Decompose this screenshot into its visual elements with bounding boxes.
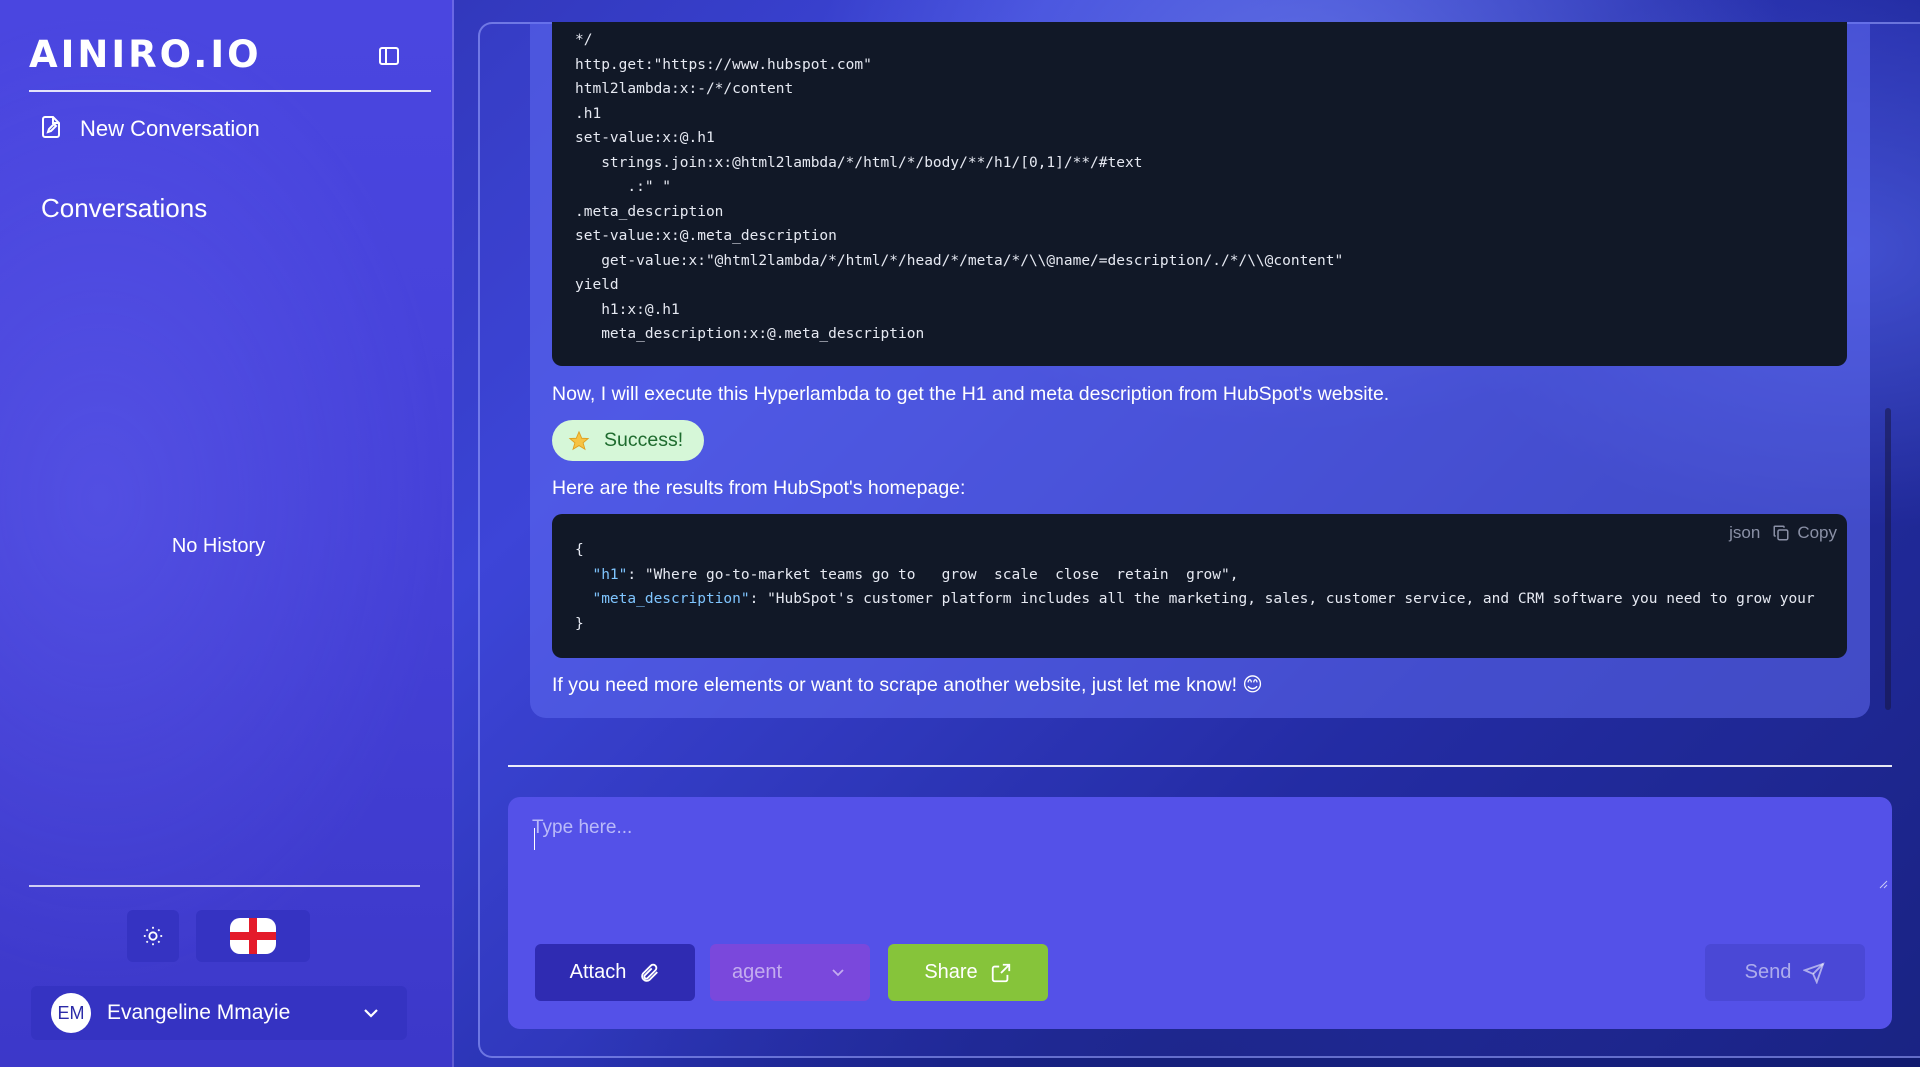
agent-label: agent: [732, 961, 783, 983]
theme-toggle-button[interactable]: [127, 910, 179, 962]
logo-row: AINIRO.IO: [29, 36, 431, 92]
empty-history-text: No History: [171, 535, 266, 557]
json-open: {: [575, 542, 584, 558]
chat-scrollbar[interactable]: [1885, 408, 1891, 710]
avatar: EM: [51, 993, 91, 1033]
user-menu[interactable]: EM Evangeline Mmayie: [31, 986, 407, 1040]
england-flag-icon: [230, 918, 276, 954]
json-key-h1: "h1": [592, 566, 628, 583]
chevron-down-icon: [364, 1009, 378, 1018]
message-input[interactable]: [532, 817, 1872, 887]
chevron-down-icon: [832, 969, 844, 977]
success-badge[interactable]: Success!: [552, 420, 704, 461]
paper-plane-icon: [1803, 961, 1826, 984]
text-caret: [534, 828, 535, 850]
sidebar-divider: [29, 885, 420, 887]
json-value-meta: : "HubSpot's customer platform includes …: [749, 591, 1815, 607]
share-button[interactable]: Share: [888, 944, 1048, 1001]
resize-grip-icon[interactable]: [1878, 879, 1888, 889]
success-label: Success!: [604, 429, 684, 451]
followup-text: If you need more elements or want to scr…: [552, 674, 1263, 696]
sidebar-toggle-icon[interactable]: [377, 44, 403, 68]
hyperlambda-code-block: */ http.get:"https://www.hubspot.com" ht…: [552, 22, 1847, 366]
json-code-block: json Copy { "h1": "Where go-to-market te…: [552, 514, 1847, 658]
star-icon: [568, 430, 590, 450]
send-button[interactable]: Send: [1705, 944, 1865, 1001]
hyperlambda-code: */ http.get:"https://www.hubspot.com" ht…: [575, 32, 1344, 342]
json-code: { "h1": "Where go-to-market teams go to …: [575, 538, 1815, 636]
json-close: }: [575, 615, 584, 632]
new-conversation-label: New Conversation: [80, 116, 260, 141]
chat-divider: [508, 765, 1892, 767]
sidebar: AINIRO.IO New Conversation Conversations…: [0, 0, 454, 1067]
paperclip-icon: [641, 963, 659, 982]
file-edit-icon: [40, 115, 62, 144]
logo[interactable]: AINIRO.IO: [29, 36, 262, 74]
share-label: Share: [924, 961, 978, 983]
composer: Attach agent Share Send: [508, 797, 1892, 1029]
json-key-meta: "meta_description": [592, 591, 750, 607]
conversations-heading: Conversations: [41, 193, 208, 223]
new-conversation-button[interactable]: New Conversation: [40, 112, 260, 146]
sun-icon: [143, 926, 163, 946]
attach-button[interactable]: Attach: [535, 944, 695, 1001]
execute-text: Now, I will execute this Hyperlambda to …: [552, 383, 1390, 405]
user-name: Evangeline Mmayie: [107, 1001, 291, 1024]
attach-label: Attach: [569, 961, 627, 983]
results-text: Here are the results from HubSpot's home…: [552, 477, 966, 499]
agent-select[interactable]: agent: [710, 944, 870, 1001]
language-button[interactable]: [196, 910, 310, 962]
send-label: Send: [1744, 961, 1792, 983]
json-value-h1: : "Where go-to-market teams go to grow s…: [627, 566, 1239, 583]
external-share-icon: [991, 963, 1010, 982]
